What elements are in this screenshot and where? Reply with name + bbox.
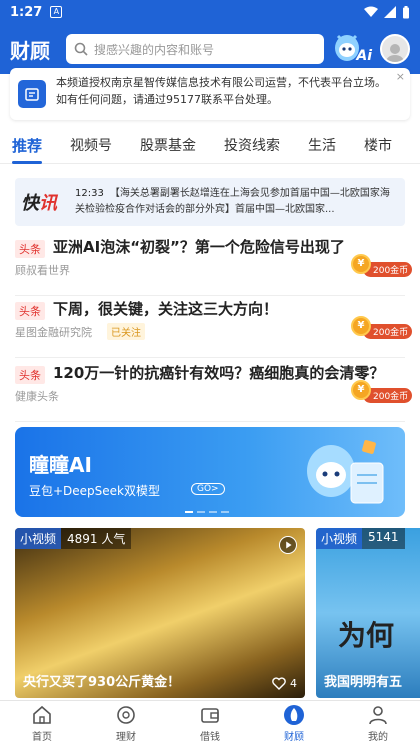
tab-stocks-funds[interactable]: 股票基金: [140, 128, 196, 164]
tab-real-estate[interactable]: 楼市: [364, 128, 392, 164]
signal-icon: [384, 6, 396, 18]
news-item[interactable]: 头条 亚洲AI泡沫“初裂”？第一个危险信号出现了 顾叔看世界 200金币 ¥: [15, 236, 413, 296]
news-title: 亚洲AI泡沫“初裂”？第一个危险信号出现了: [53, 238, 345, 256]
nav-home-label: 首页: [32, 732, 52, 743]
news-source: 顾叔看世界: [15, 264, 70, 277]
flash-logo-main: 快: [21, 193, 39, 214]
video-label: 小视频 4891 人气: [15, 528, 132, 549]
play-icon[interactable]: [279, 536, 297, 554]
flash-news-card[interactable]: 快讯 12:33 【海关总署副署长赵增连在上海会见参加首届中国—北欧国家海关检验检…: [15, 178, 405, 226]
flash-time: 12:33: [75, 188, 104, 199]
coin-icon: ¥: [351, 254, 371, 274]
video-card[interactable]: 小视频 4891 人气 央行又买了930公斤黄金！ 4: [15, 528, 305, 698]
flash-logo-accent: 讯: [39, 193, 57, 214]
news-item[interactable]: 头条 120万一针的抗癌针有效吗？癌细胞真的会清零？ 健康头条 200金币 ¥: [15, 362, 413, 422]
notice-text: 本频道授权南京星智传媒信息技术有限公司运营，不代表平台立场。如有任何问题，请通过…: [56, 76, 386, 106]
profile-icon: [369, 706, 387, 725]
coin-icon: ¥: [351, 380, 371, 400]
banner-pagination: [185, 511, 229, 513]
nav-profile-label: 我的: [368, 732, 388, 743]
nav-advisor-label: 财顾: [284, 732, 304, 743]
flash-text: 12:33 【海关总署副署长赵增连在上海会见参加首届中国—北欧国家海关检验检疫合作…: [75, 186, 399, 218]
notification-app-icon: A: [50, 6, 63, 18]
news-source: 健康头条: [15, 390, 59, 403]
video-overlay-text: 为何: [338, 619, 395, 652]
battery-icon: [403, 5, 409, 18]
wealth-icon: [117, 706, 135, 724]
video-card[interactable]: 小视频 5141 为何 我国明明有五: [316, 528, 420, 698]
search-input[interactable]: 搜感兴趣的内容和账号: [66, 34, 324, 64]
avatar[interactable]: [380, 34, 410, 64]
nav-wealth-label: 理财: [116, 732, 136, 743]
wallet-icon: [201, 708, 219, 723]
nav-loan[interactable]: 借钱: [168, 701, 252, 746]
video-kind: 小视频: [15, 528, 62, 549]
news-title: 120万一针的抗癌针有效吗？癌细胞真的会清零？: [53, 364, 385, 382]
ai-promo-banner[interactable]: 瞳瞳AI 豆包+DeepSeek双模型 GO>: [15, 427, 405, 517]
coin-reward[interactable]: 200金币 ¥: [351, 254, 413, 277]
home-icon: [33, 705, 51, 724]
video-likes-count: 4: [290, 677, 297, 690]
tab-video[interactable]: 视频号: [70, 128, 112, 164]
tab-investment-leads[interactable]: 投资线索: [224, 128, 280, 164]
ai-assistant-button[interactable]: Ai: [332, 30, 372, 68]
user-avatar-icon: [386, 44, 404, 62]
tab-life[interactable]: 生活: [308, 128, 336, 164]
banner-subtitle: 豆包+DeepSeek双模型: [29, 484, 161, 498]
notice-banner: 本频道授权南京星智传媒信息技术有限公司运营，不代表平台立场。如有任何问题，请通过…: [10, 68, 410, 120]
tab-recommend[interactable]: 推荐: [12, 128, 43, 164]
banner-title: 瞳瞳AI: [29, 453, 92, 477]
headline-tag: 头条: [15, 366, 45, 384]
headline-tag: 头条: [15, 302, 45, 320]
status-icons: [364, 5, 410, 19]
coin-reward[interactable]: 200金币 ¥: [351, 316, 413, 339]
flash-logo: 快讯: [21, 189, 67, 215]
coin-reward[interactable]: 200金币 ¥: [351, 380, 413, 403]
search-placeholder: 搜感兴趣的内容和账号: [94, 42, 215, 57]
video-likes[interactable]: 4: [272, 677, 297, 690]
advisor-icon: [284, 705, 304, 725]
search-icon: [74, 42, 88, 56]
video-title: 我国明明有五: [324, 675, 403, 690]
bottom-nav: 首页 理财 借钱 财顾 我的: [0, 700, 420, 746]
video-label: 小视频 5141: [316, 528, 405, 549]
coin-icon: ¥: [351, 316, 371, 336]
video-views: 5141: [362, 528, 405, 549]
ai-badge: Ai: [356, 48, 372, 64]
video-views: 4891 人气: [61, 528, 132, 549]
news-title: 下周，很关键，关注这三大方向！: [53, 300, 279, 318]
headline-tag: 头条: [15, 240, 45, 258]
channel-tabs: 推荐 视频号 股票基金 投资线索 生活 楼市: [0, 128, 420, 164]
heart-icon: [272, 677, 286, 690]
status-bar: 1:27 A: [0, 0, 420, 24]
video-kind: 小视频: [316, 528, 363, 549]
followed-badge: 已关注: [107, 323, 145, 340]
news-source: 星图金融研究院: [15, 326, 92, 339]
dolphin-mascot-icon: [307, 440, 384, 504]
video-title: 央行又买了930公斤黄金！: [23, 675, 181, 690]
app-header: 财顾 搜感兴趣的内容和账号 Ai: [0, 24, 420, 74]
wifi-icon: [364, 6, 378, 17]
flash-content: 【海关总署副署长赵增连在上海会见参加首届中国—北欧国家海关检验检疫合作对话会的部…: [75, 188, 390, 215]
banner-go-button[interactable]: GO>: [191, 483, 225, 495]
nav-loan-label: 借钱: [200, 732, 220, 743]
brand-title: 财顾: [10, 38, 50, 63]
nav-advisor[interactable]: 财顾: [252, 701, 336, 746]
nav-profile[interactable]: 我的: [336, 701, 420, 746]
news-item[interactable]: 头条 下周，很关键，关注这三大方向！ 星图金融研究院 已关注 200金币 ¥: [15, 298, 413, 358]
status-time: 1:27: [10, 4, 43, 20]
notice-icon: [18, 80, 46, 108]
nav-home[interactable]: 首页: [0, 701, 84, 746]
close-icon[interactable]: ×: [396, 70, 405, 83]
nav-wealth[interactable]: 理财: [84, 701, 168, 746]
